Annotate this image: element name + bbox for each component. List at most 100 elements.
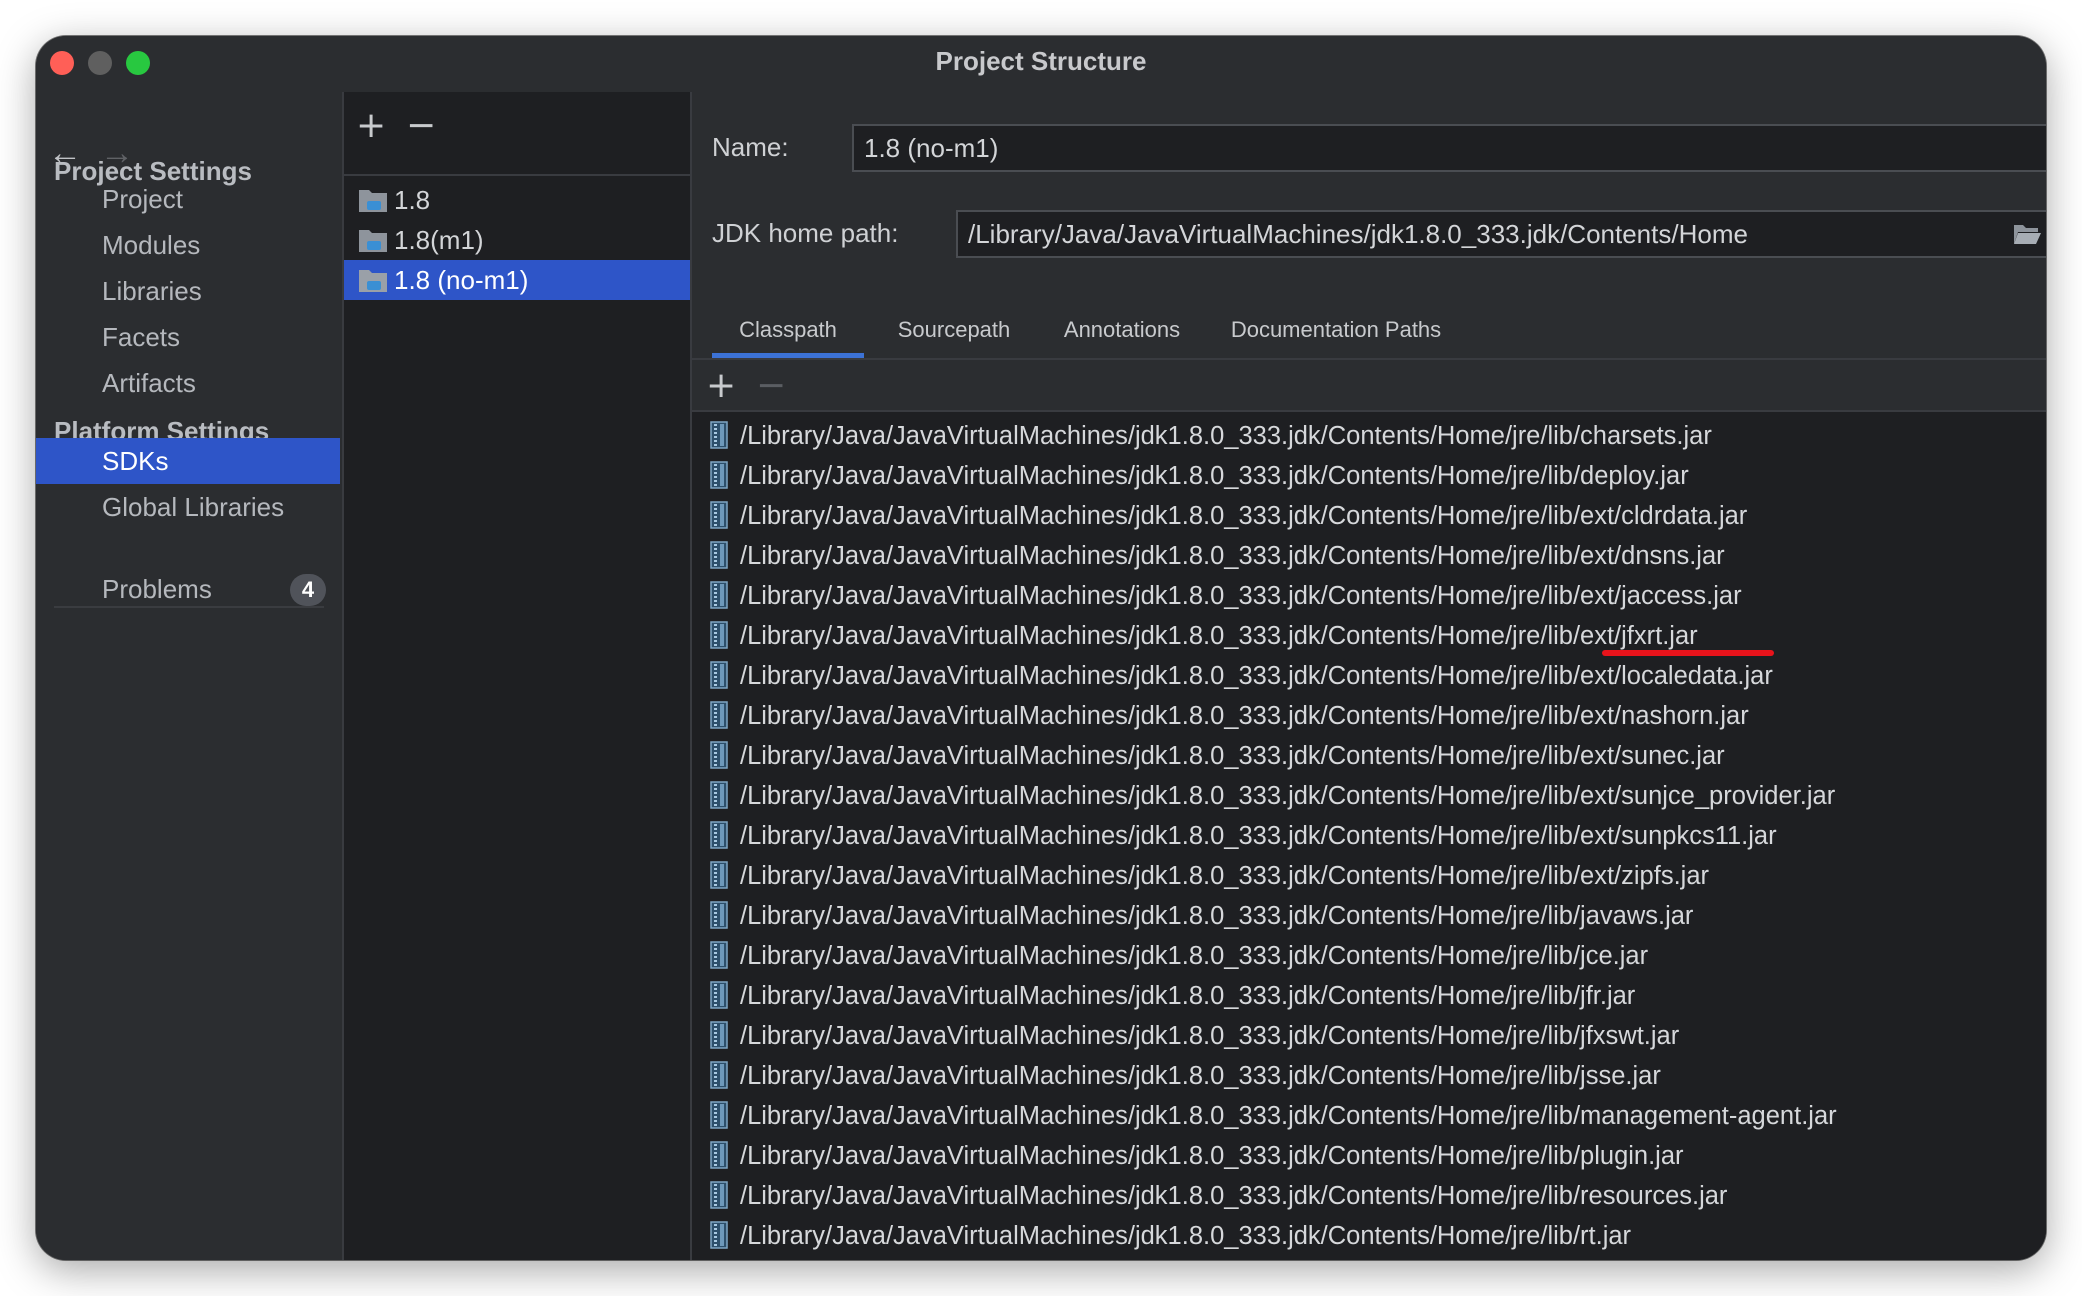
classpath-entry-path: /Library/Java/JavaVirtualMachines/jdk1.8…: [740, 702, 1749, 730]
add-path-button[interactable]: +: [706, 368, 736, 404]
jar-archive-icon: [710, 1221, 728, 1250]
jar-archive-icon: [710, 901, 728, 930]
jdk-home-path-value: /Library/Java/JavaVirtualMachines/jdk1.8…: [968, 219, 1748, 249]
classpath-entry-path: /Library/Java/JavaVirtualMachines/jdk1.8…: [740, 982, 1636, 1010]
sidebar-item-problems[interactable]: Problems 4: [36, 566, 340, 612]
classpath-entry-path: /Library/Java/JavaVirtualMachines/jdk1.8…: [740, 622, 1698, 650]
jar-archive-icon: [710, 1141, 728, 1170]
remove-path-button[interactable]: −: [756, 368, 786, 404]
sidebar-item-global-libraries[interactable]: Global Libraries: [36, 484, 340, 530]
classpath-entry-path: /Library/Java/JavaVirtualMachines/jdk1.8…: [740, 1102, 1837, 1130]
classpath-entry[interactable]: /Library/Java/JavaVirtualMachines/jdk1.8…: [710, 816, 1777, 856]
annotation-underline: [1602, 650, 1774, 656]
sidebar-item-libraries[interactable]: Libraries: [36, 268, 340, 314]
classpath-entry[interactable]: /Library/Java/JavaVirtualMachines/jdk1.8…: [710, 976, 1635, 1016]
classpath-entry[interactable]: /Library/Java/JavaVirtualMachines/jdk1.8…: [710, 1216, 1631, 1256]
sdk-item-label: 1.8 (no-m1): [394, 265, 529, 295]
classpath-entry-path: /Library/Java/JavaVirtualMachines/jdk1.8…: [740, 1182, 1728, 1210]
sdk-item-label: 1.8: [394, 185, 431, 215]
jar-archive-icon: [710, 661, 728, 690]
jdk-folder-icon: [359, 190, 387, 212]
jdk-folder-icon: [359, 230, 387, 252]
classpath-entry[interactable]: /Library/Java/JavaVirtualMachines/jdk1.8…: [710, 1136, 1684, 1176]
jar-archive-icon: [710, 541, 728, 570]
classpath-entry[interactable]: /Library/Java/JavaVirtualMachines/jdk1.8…: [710, 936, 1648, 976]
jar-archive-icon: [710, 621, 728, 650]
jar-archive-icon: [710, 821, 728, 850]
classpath-entry-path: /Library/Java/JavaVirtualMachines/jdk1.8…: [740, 542, 1725, 570]
classpath-entry[interactable]: /Library/Java/JavaVirtualMachines/jdk1.8…: [710, 616, 1698, 656]
classpath-entry-path: /Library/Java/JavaVirtualMachines/jdk1.8…: [740, 742, 1725, 770]
classpath-toolbar: + −: [692, 362, 2046, 412]
classpath-entry[interactable]: /Library/Java/JavaVirtualMachines/jdk1.8…: [710, 576, 1742, 616]
sdk-item-label: 1.8(m1): [394, 225, 484, 255]
window-title: Project Structure: [935, 46, 1147, 76]
path-tabs: Classpath Sourcepath Annotations Documen…: [692, 308, 2046, 360]
remove-sdk-button[interactable]: −: [406, 108, 436, 144]
sidebar-item-project[interactable]: Project: [36, 176, 340, 222]
classpath-entry[interactable]: /Library/Java/JavaVirtualMachines/jdk1.8…: [710, 416, 1712, 456]
classpath-entry[interactable]: /Library/Java/JavaVirtualMachines/jdk1.8…: [710, 896, 1693, 936]
classpath-list[interactable]: /Library/Java/JavaVirtualMachines/jdk1.8…: [692, 412, 2046, 1260]
settings-sidebar: ← → Project Settings Project Modules Lib…: [36, 92, 340, 1260]
classpath-entry[interactable]: /Library/Java/JavaVirtualMachines/jdk1.8…: [710, 776, 1835, 816]
jar-archive-icon: [710, 461, 728, 490]
classpath-entry-path: /Library/Java/JavaVirtualMachines/jdk1.8…: [740, 422, 1712, 450]
sdk-item[interactable]: 1.8(m1): [344, 220, 690, 260]
classpath-entry-path: /Library/Java/JavaVirtualMachines/jdk1.8…: [740, 782, 1836, 810]
classpath-entry-path: /Library/Java/JavaVirtualMachines/jdk1.8…: [740, 662, 1773, 690]
jar-archive-icon: [710, 781, 728, 810]
sdk-details-panel: Name: 1.8 (no-m1) JDK home path: /Librar…: [692, 92, 2046, 1260]
jdk-folder-icon: [359, 270, 387, 292]
classpath-entry[interactable]: /Library/Java/JavaVirtualMachines/jdk1.8…: [710, 1056, 1661, 1096]
problems-label: Problems: [102, 574, 212, 604]
classpath-entry-path: /Library/Java/JavaVirtualMachines/jdk1.8…: [740, 582, 1742, 610]
classpath-entry[interactable]: /Library/Java/JavaVirtualMachines/jdk1.8…: [710, 496, 1747, 536]
jar-archive-icon: [710, 421, 728, 450]
project-structure-window: Project Structure ← → Project Settings P…: [36, 36, 2046, 1260]
sidebar-item-modules[interactable]: Modules: [36, 222, 340, 268]
sidebar-item-facets[interactable]: Facets: [36, 314, 340, 360]
jdk-home-label: JDK home path:: [712, 218, 899, 248]
tab-documentation-paths[interactable]: Documentation Paths: [1212, 308, 1460, 358]
classpath-entry-path: /Library/Java/JavaVirtualMachines/jdk1.8…: [740, 462, 1689, 490]
classpath-entry-path: /Library/Java/JavaVirtualMachines/jdk1.8…: [740, 942, 1649, 970]
classpath-entry-path: /Library/Java/JavaVirtualMachines/jdk1.8…: [740, 862, 1709, 890]
classpath-entry-path: /Library/Java/JavaVirtualMachines/jdk1.8…: [740, 1062, 1661, 1090]
classpath-entry[interactable]: /Library/Java/JavaVirtualMachines/jdk1.8…: [710, 736, 1725, 776]
jar-archive-icon: [710, 501, 728, 530]
jar-archive-icon: [710, 1101, 728, 1130]
name-label: Name:: [712, 132, 789, 162]
classpath-entry-path: /Library/Java/JavaVirtualMachines/jdk1.8…: [740, 1022, 1680, 1050]
jar-archive-icon: [710, 941, 728, 970]
classpath-entry-path: /Library/Java/JavaVirtualMachines/jdk1.8…: [740, 1142, 1684, 1170]
sdk-list-toolbar: + −: [344, 92, 690, 176]
title-bar: Project Structure: [36, 36, 2046, 92]
problems-count-badge: 4: [290, 574, 326, 606]
jdk-home-path-field[interactable]: /Library/Java/JavaVirtualMachines/jdk1.8…: [956, 210, 2046, 258]
classpath-entry[interactable]: /Library/Java/JavaVirtualMachines/jdk1.8…: [710, 536, 1725, 576]
classpath-entry-path: /Library/Java/JavaVirtualMachines/jdk1.8…: [740, 822, 1777, 850]
sdk-item[interactable]: 1.8: [344, 180, 690, 220]
sidebar-item-artifacts[interactable]: Artifacts: [36, 360, 340, 406]
add-sdk-button[interactable]: +: [356, 108, 386, 144]
classpath-entry[interactable]: /Library/Java/JavaVirtualMachines/jdk1.8…: [710, 656, 1773, 696]
sdk-item-selected[interactable]: 1.8 (no-m1): [344, 260, 690, 300]
tab-sourcepath[interactable]: Sourcepath: [874, 308, 1034, 358]
tab-classpath[interactable]: Classpath: [712, 308, 864, 358]
sidebar-item-sdks[interactable]: SDKs: [36, 438, 340, 484]
classpath-entry[interactable]: /Library/Java/JavaVirtualMachines/jdk1.8…: [710, 1176, 1727, 1216]
jar-archive-icon: [710, 741, 728, 770]
sdk-name-field[interactable]: 1.8 (no-m1): [852, 124, 2046, 172]
folder-open-icon[interactable]: [2012, 222, 2042, 246]
tab-annotations[interactable]: Annotations: [1042, 308, 1202, 358]
jar-archive-icon: [710, 701, 728, 730]
classpath-entry[interactable]: /Library/Java/JavaVirtualMachines/jdk1.8…: [710, 696, 1749, 736]
classpath-entry[interactable]: /Library/Java/JavaVirtualMachines/jdk1.8…: [710, 856, 1709, 896]
jar-archive-icon: [710, 861, 728, 890]
classpath-entry[interactable]: /Library/Java/JavaVirtualMachines/jdk1.8…: [710, 1096, 1837, 1136]
classpath-entry[interactable]: /Library/Java/JavaVirtualMachines/jdk1.8…: [710, 456, 1689, 496]
classpath-entry-path: /Library/Java/JavaVirtualMachines/jdk1.8…: [740, 502, 1748, 530]
classpath-entry-path: /Library/Java/JavaVirtualMachines/jdk1.8…: [740, 902, 1694, 930]
classpath-entry[interactable]: /Library/Java/JavaVirtualMachines/jdk1.8…: [710, 1016, 1679, 1056]
